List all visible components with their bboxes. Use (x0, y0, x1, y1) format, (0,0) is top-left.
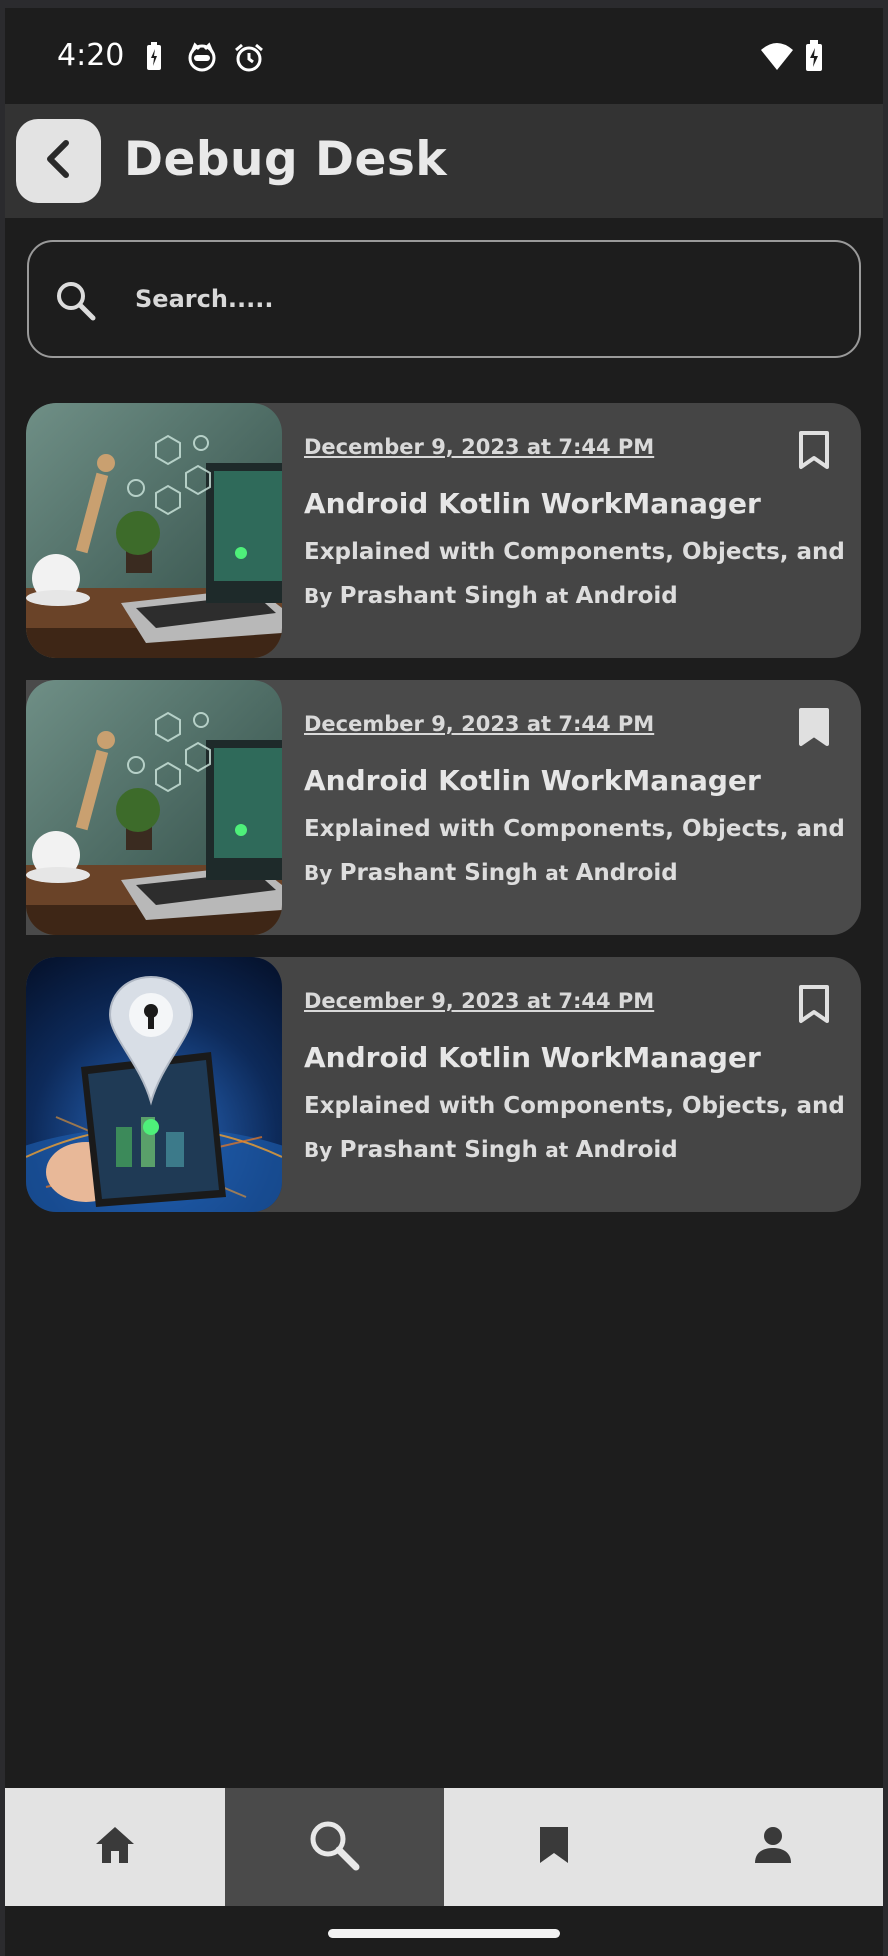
bottom-nav (5, 1788, 883, 1906)
article-byline: By Prashant Singh at Android (304, 1137, 678, 1163)
author-name: Prashant Singh (339, 860, 538, 886)
person-icon (753, 1825, 793, 1869)
article-subtitle: Explained with Components, Objects, and (304, 539, 845, 565)
cat-face-icon (187, 42, 217, 76)
page-title: Debug Desk (124, 132, 448, 187)
bookmark-filled-icon[interactable] (797, 707, 831, 751)
category-name: Android (575, 583, 678, 609)
article-subtitle: Explained with Components, Objects, and (304, 816, 845, 842)
bookmark-outline-icon[interactable] (797, 984, 831, 1028)
by-label: By (304, 584, 333, 608)
back-button[interactable] (16, 119, 101, 203)
at-label: at (545, 1138, 569, 1162)
search-icon (307, 1818, 361, 1876)
nav-home[interactable] (5, 1788, 225, 1906)
status-time: 4:20 (57, 38, 125, 73)
nav-bookmarks[interactable] (444, 1788, 664, 1906)
article-subtitle: Explained with Components, Objects, and (304, 1093, 845, 1119)
article-card[interactable]: December 9, 2023 at 7:44 PM Android Kotl… (26, 957, 861, 1212)
article-title: Android Kotlin WorkManager (304, 764, 761, 797)
bookmark-outline-icon[interactable] (797, 430, 831, 474)
search-icon (55, 280, 97, 326)
article-title: Android Kotlin WorkManager (304, 1041, 761, 1074)
by-label: By (304, 1138, 333, 1162)
article-card[interactable]: December 9, 2023 at 7:44 PM Android Kotl… (26, 680, 861, 935)
nav-profile[interactable] (664, 1788, 884, 1906)
author-name: Prashant Singh (339, 583, 538, 609)
home-icon (94, 1825, 136, 1869)
author-name: Prashant Singh (339, 1137, 538, 1163)
category-name: Android (575, 860, 678, 886)
workspace-laptop-image (26, 403, 282, 658)
nav-search[interactable] (224, 1788, 444, 1906)
at-label: at (545, 584, 569, 608)
chevron-left-icon (42, 139, 76, 183)
bookmark-icon (537, 1824, 571, 1870)
alarm-icon (233, 42, 265, 78)
screen: 4:20 Debug Desk Search..... December 9, … (5, 8, 883, 1956)
article-date[interactable]: December 9, 2023 at 7:44 PM (304, 989, 654, 1013)
by-label: By (304, 861, 333, 885)
article-title: Android Kotlin WorkManager (304, 487, 761, 520)
search-field[interactable] (27, 240, 861, 358)
category-name: Android (575, 1137, 678, 1163)
article-byline: By Prashant Singh at Android (304, 860, 678, 886)
wifi-icon (761, 42, 793, 74)
battery-charging-icon (805, 40, 823, 76)
search-input[interactable] (135, 272, 815, 326)
article-date[interactable]: December 9, 2023 at 7:44 PM (304, 435, 654, 459)
phone-location-pin-image (26, 957, 282, 1212)
home-indicator[interactable] (328, 1929, 560, 1938)
battery-saver-icon (145, 42, 163, 76)
article-date[interactable]: December 9, 2023 at 7:44 PM (304, 712, 654, 736)
workspace-laptop-image (26, 680, 282, 935)
at-label: at (545, 861, 569, 885)
app-bar: Debug Desk (5, 104, 883, 218)
article-byline: By Prashant Singh at Android (304, 583, 678, 609)
status-bar: 4:20 (5, 8, 883, 104)
article-card[interactable]: December 9, 2023 at 7:44 PM Android Kotl… (26, 403, 861, 658)
